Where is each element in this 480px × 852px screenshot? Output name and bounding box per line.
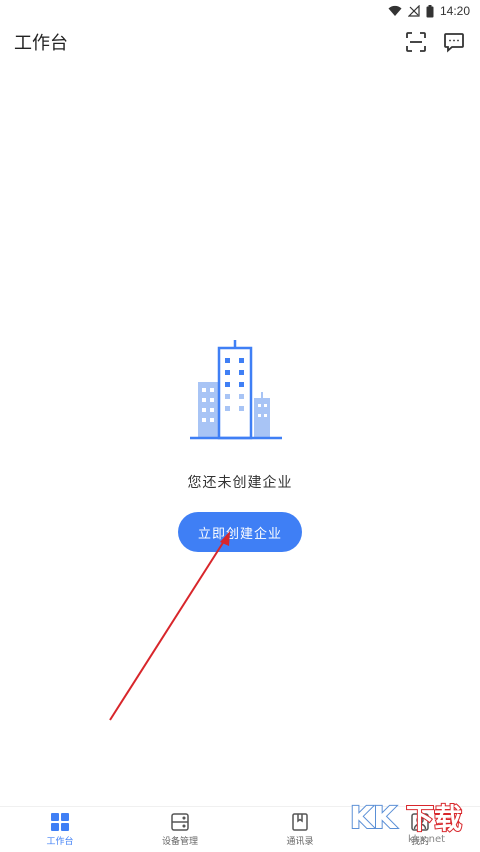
tab-label: 工作台: [46, 837, 74, 847]
message-icon: [444, 33, 464, 53]
app-screen: 14:20 工作台 您还未创建企业 立即创建企业 工作台 设备管理 通讯录 我的…: [0, 0, 480, 852]
tab-workbench[interactable]: 工作台: [0, 807, 120, 852]
empty-state: 您还未创建企业 立即创建企业: [0, 340, 480, 552]
grid-icon: [51, 813, 69, 831]
wifi-icon: [388, 5, 402, 16]
status-bar: 14:20: [0, 0, 480, 22]
create-enterprise-button[interactable]: 立即创建企业: [178, 512, 302, 552]
tab-label: 我的: [410, 837, 429, 847]
empty-message: 您还未创建企业: [187, 475, 293, 491]
contacts-icon: [292, 813, 308, 831]
tab-label: 设备管理: [161, 837, 198, 847]
scan-icon: [406, 32, 426, 52]
device-icon: [171, 813, 189, 831]
profile-icon: [411, 813, 429, 831]
buildings-illustration: [190, 340, 282, 440]
tab-contacts[interactable]: 通讯录: [240, 807, 360, 852]
message-button[interactable]: [442, 30, 466, 54]
tab-label: 通讯录: [286, 837, 314, 847]
battery-icon: [426, 4, 434, 17]
page-title: 工作台: [14, 33, 68, 54]
no-signal-icon: [407, 5, 420, 17]
tab-device-management[interactable]: 设备管理: [120, 807, 240, 852]
tab-bar: 工作台 设备管理 通讯录 我的: [0, 806, 480, 852]
tab-profile[interactable]: 我的: [360, 807, 480, 852]
header: 工作台: [0, 24, 480, 60]
status-time: 14:20: [439, 4, 470, 18]
scan-button[interactable]: [404, 30, 428, 54]
header-actions: [404, 30, 466, 54]
